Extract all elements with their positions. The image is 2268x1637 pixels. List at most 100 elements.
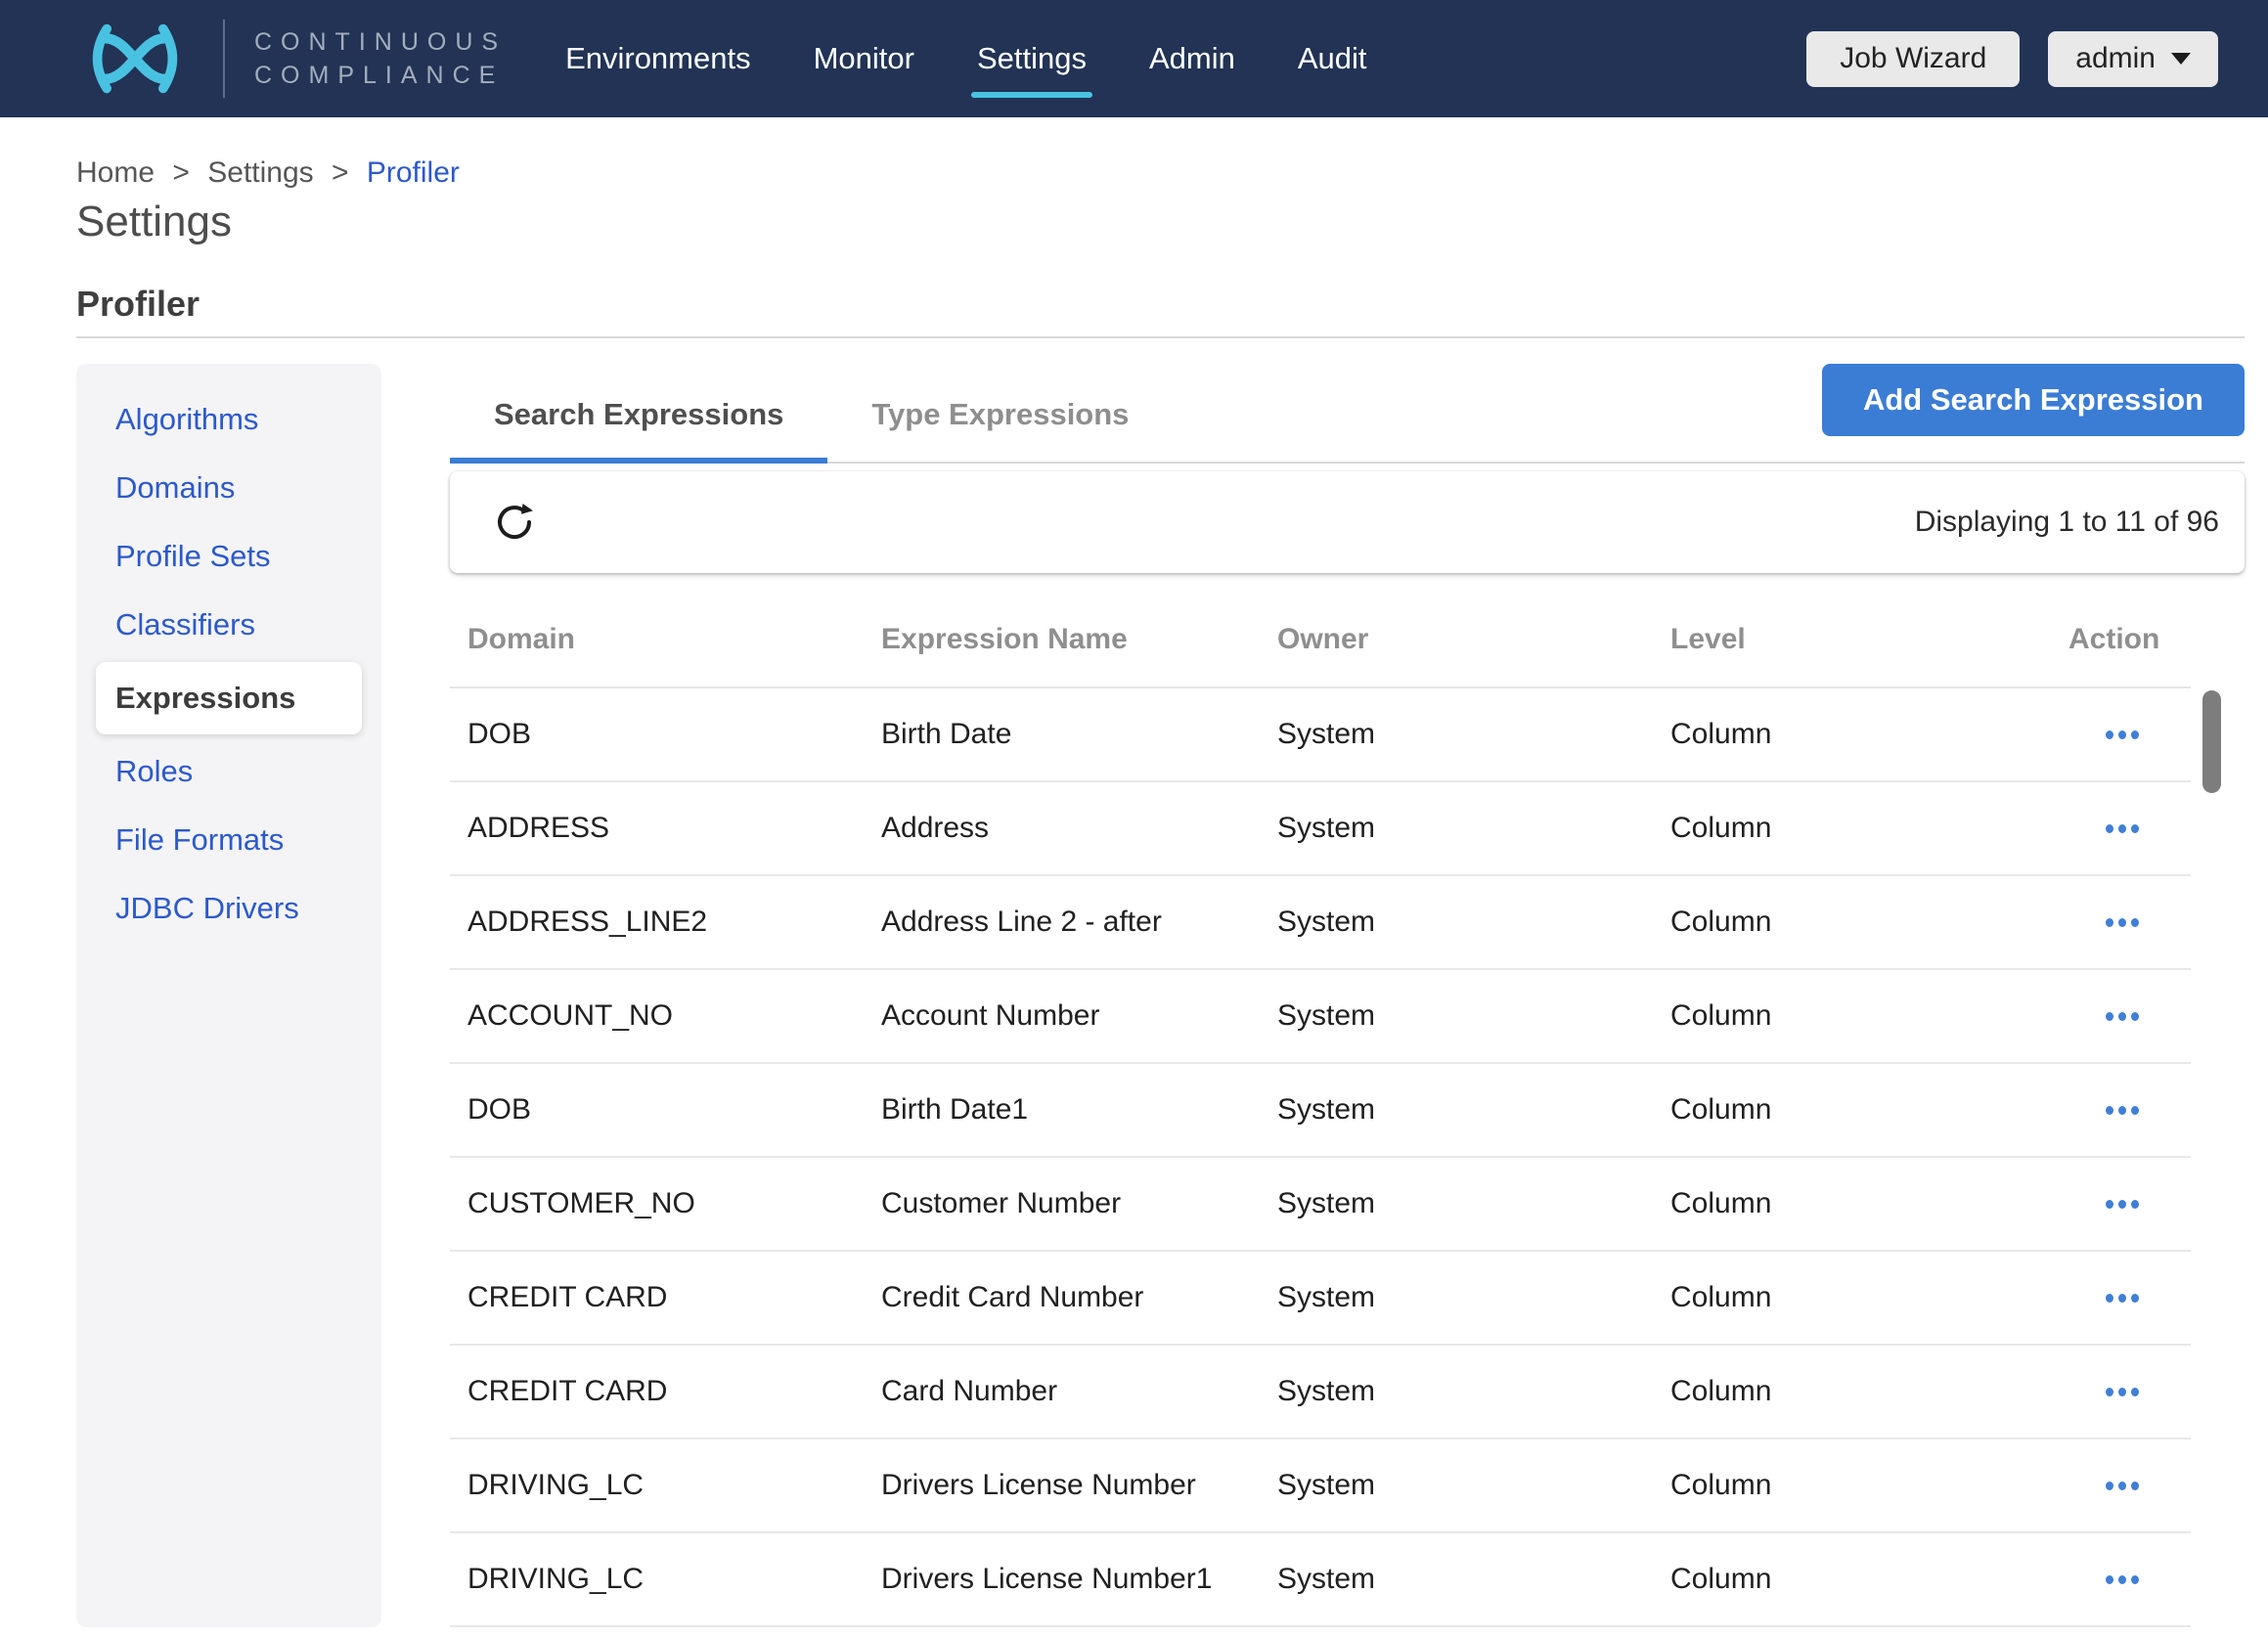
table-row: ACCOUNT_NO Account Number System Column: [450, 970, 2191, 1064]
cell-expression-name: Drivers License Number1: [881, 1563, 1277, 1596]
cell-expression-name: Account Number: [881, 999, 1277, 1033]
vertical-scrollbar-thumb[interactable]: [2202, 690, 2221, 793]
sidebar-item-file-formats[interactable]: File Formats: [76, 806, 381, 874]
page-title: Settings: [76, 198, 2245, 246]
cell-expression-name: Card Number: [881, 1375, 1277, 1408]
cell-owner: System: [1277, 1093, 1670, 1127]
primary-nav: Environments Monitor Settings Admin Audi…: [565, 41, 1366, 76]
cell-domain: DRIVING_LC: [467, 1563, 881, 1596]
table-row: CREDIT CARD Card Number System Column: [450, 1346, 2191, 1439]
breadcrumb-home[interactable]: Home: [76, 156, 155, 189]
brand-divider: [223, 20, 225, 98]
user-menu-button[interactable]: admin: [2048, 31, 2218, 87]
ellipsis-icon[interactable]: [2106, 1200, 2191, 1209]
cell-level: Column: [1670, 1187, 2068, 1220]
table-row: DRIVING_LC Drivers License Number System…: [450, 1439, 2191, 1533]
sidebar-item-classifiers[interactable]: Classifiers: [76, 591, 381, 659]
column-header-level: Level: [1670, 623, 2068, 656]
sidebar-item-domains[interactable]: Domains: [76, 454, 381, 522]
top-navbar: CONTINUOUS COMPLIANCE Environments Monit…: [0, 0, 2268, 117]
nav-item-environments[interactable]: Environments: [565, 41, 751, 76]
cell-domain: ADDRESS: [467, 812, 881, 845]
table-row: DRIVING_LC Drivers License Number1 Syste…: [450, 1533, 2191, 1627]
cell-owner: System: [1277, 718, 1670, 751]
column-header-owner: Owner: [1277, 623, 1670, 656]
cell-expression-name: Birth Date: [881, 718, 1277, 751]
column-header-domain: Domain: [467, 623, 881, 656]
column-header-action: Action: [2068, 623, 2191, 656]
cell-domain: CUSTOMER_NO: [467, 1187, 881, 1220]
cell-owner: System: [1277, 812, 1670, 845]
nav-item-audit[interactable]: Audit: [1298, 41, 1367, 76]
cell-expression-name: Customer Number: [881, 1187, 1277, 1220]
cell-level: Column: [1670, 999, 2068, 1033]
cell-domain: CREDIT CARD: [467, 1281, 881, 1314]
table-row: DOB Birth Date1 System Column: [450, 1064, 2191, 1158]
cell-level: Column: [1670, 1375, 2068, 1408]
cell-level: Column: [1670, 1281, 2068, 1314]
ellipsis-icon[interactable]: [2106, 1482, 2191, 1490]
refresh-icon[interactable]: [493, 501, 536, 544]
ellipsis-icon[interactable]: [2106, 1012, 2191, 1021]
table-row: ADDRESS Address System Column: [450, 782, 2191, 876]
cell-domain: DOB: [467, 718, 881, 751]
sidebar-item-roles[interactable]: Roles: [76, 737, 381, 806]
table-row: ADDRESS_LINE2 Address Line 2 - after Sys…: [450, 876, 2191, 970]
table-row: CREDIT CARD Credit Card Number System Co…: [450, 1252, 2191, 1346]
profiler-sidebar: Algorithms Domains Profile Sets Classifi…: [76, 364, 381, 1627]
cell-level: Column: [1670, 1093, 2068, 1127]
ellipsis-icon[interactable]: [2106, 918, 2191, 927]
sidebar-item-jdbc-drivers[interactable]: JDBC Drivers: [76, 874, 381, 943]
ellipsis-icon[interactable]: [2106, 1294, 2191, 1303]
section-divider: [76, 336, 2245, 338]
table-body: DOB Birth Date System Column ADDRESS Add…: [450, 688, 2191, 1627]
cell-level: Column: [1670, 718, 2068, 751]
brand-wordmark-line2: COMPLIANCE: [254, 59, 507, 93]
job-wizard-button[interactable]: Job Wizard: [1806, 31, 2020, 87]
cell-level: Column: [1670, 1469, 2068, 1502]
table-row: CUSTOMER_NO Customer Number System Colum…: [450, 1158, 2191, 1252]
cell-expression-name: Address Line 2 - after: [881, 906, 1277, 939]
cell-level: Column: [1670, 906, 2068, 939]
breadcrumb-separator: >: [332, 156, 349, 189]
cell-owner: System: [1277, 1281, 1670, 1314]
nav-item-monitor[interactable]: Monitor: [814, 41, 914, 76]
sidebar-item-profile-sets[interactable]: Profile Sets: [76, 522, 381, 591]
section-title-profiler: Profiler: [76, 284, 2245, 325]
breadcrumb-settings[interactable]: Settings: [207, 156, 313, 189]
table-toolbar: Displaying 1 to 11 of 96: [450, 471, 2245, 573]
expressions-table: Domain Expression Name Owner Level Actio…: [450, 573, 2191, 1627]
tabs-row: Search Expressions Type Expressions Add …: [450, 364, 2245, 464]
cell-owner: System: [1277, 906, 1670, 939]
paging-status: Displaying 1 to 11 of 96: [1915, 506, 2219, 539]
infinity-x-logo-icon: [70, 20, 200, 98]
breadcrumb: Home > Settings > Profiler: [76, 156, 2245, 190]
brand: CONTINUOUS COMPLIANCE: [70, 20, 507, 98]
nav-item-settings[interactable]: Settings: [977, 41, 1087, 76]
breadcrumb-current-profiler[interactable]: Profiler: [367, 156, 460, 189]
cell-owner: System: [1277, 999, 1670, 1033]
ellipsis-icon[interactable]: [2106, 1575, 2191, 1584]
table-header-row: Domain Expression Name Owner Level Actio…: [450, 573, 2191, 688]
ellipsis-icon[interactable]: [2106, 824, 2191, 833]
tab-search-expressions[interactable]: Search Expressions: [450, 364, 827, 464]
cell-domain: ACCOUNT_NO: [467, 999, 881, 1033]
add-search-expression-button[interactable]: Add Search Expression: [1822, 364, 2245, 436]
cell-expression-name: Drivers License Number: [881, 1469, 1277, 1502]
ellipsis-icon[interactable]: [2106, 1106, 2191, 1115]
cell-owner: System: [1277, 1187, 1670, 1220]
sidebar-item-expressions[interactable]: Expressions: [96, 662, 362, 734]
cell-level: Column: [1670, 1563, 2068, 1596]
nav-item-admin[interactable]: Admin: [1149, 41, 1235, 76]
cell-domain: DRIVING_LC: [467, 1469, 881, 1502]
column-header-expression-name: Expression Name: [881, 623, 1277, 656]
tab-type-expressions[interactable]: Type Expressions: [827, 364, 1173, 462]
ellipsis-icon[interactable]: [2106, 1388, 2191, 1396]
cell-expression-name: Credit Card Number: [881, 1281, 1277, 1314]
cell-level: Column: [1670, 812, 2068, 845]
cell-owner: System: [1277, 1375, 1670, 1408]
ellipsis-icon[interactable]: [2106, 730, 2191, 739]
cell-domain: DOB: [467, 1093, 881, 1127]
table-row: DOB Birth Date System Column: [450, 688, 2191, 782]
sidebar-item-algorithms[interactable]: Algorithms: [76, 385, 381, 454]
